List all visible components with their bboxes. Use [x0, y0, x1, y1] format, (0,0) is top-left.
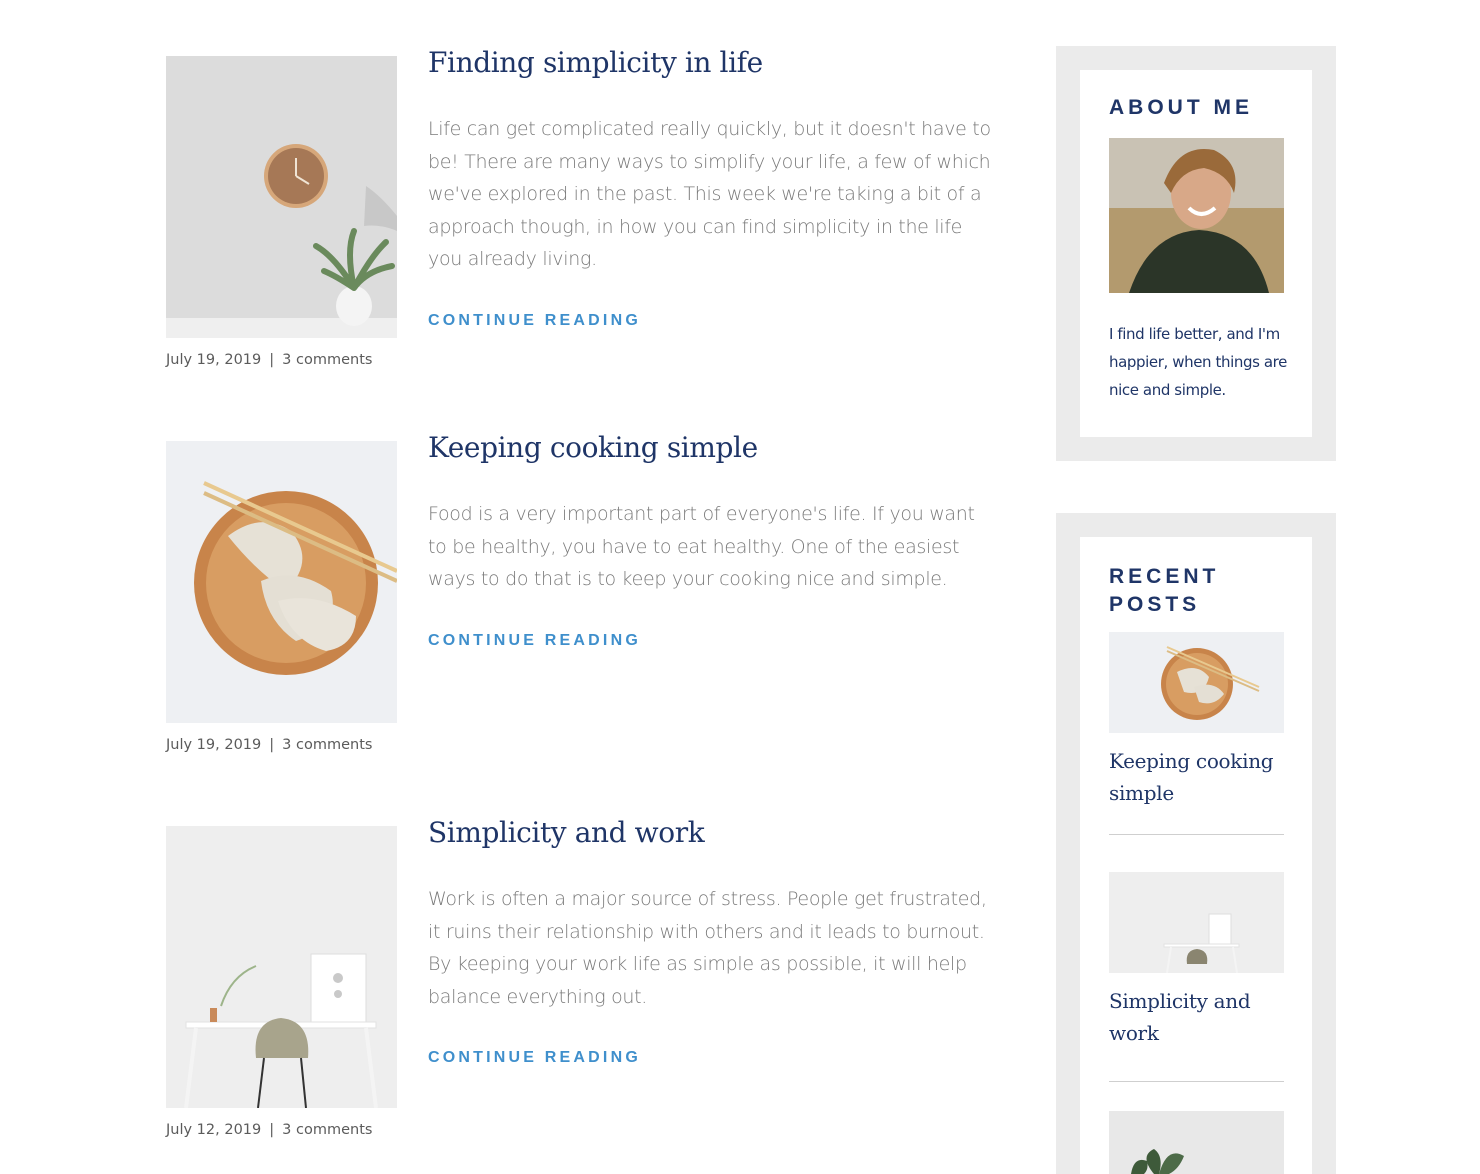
- meta-separator: |: [269, 352, 275, 368]
- post-meta: July 19, 2019 | 3 comments: [166, 352, 372, 368]
- post-meta: July 12, 2019 | 3 comments: [166, 1122, 372, 1138]
- comments-link[interactable]: 3 comments: [282, 1122, 372, 1138]
- post-date: July 19, 2019: [166, 737, 262, 753]
- post-date: July 12, 2019: [166, 1122, 262, 1138]
- post-excerpt: Food is a very important part of everyon…: [428, 503, 975, 591]
- recent-post-item[interactable]: [1109, 1111, 1284, 1174]
- recent-post-image[interactable]: [1109, 632, 1284, 733]
- recent-posts-title-line2: POSTS: [1109, 593, 1201, 616]
- post-image[interactable]: [166, 56, 397, 338]
- recent-post-image[interactable]: [1109, 1111, 1284, 1174]
- continue-reading-link[interactable]: CONTINUE READING: [428, 312, 641, 330]
- recent-posts-widget: RECENT POSTS Keeping cooking simple Simp…: [1056, 513, 1336, 1174]
- recent-post-title[interactable]: Keeping cooking simple: [1109, 745, 1284, 809]
- post-excerpt: Work is often a major source of stress. …: [428, 888, 987, 1008]
- continue-reading-link[interactable]: CONTINUE READING: [428, 1049, 641, 1067]
- recent-post-item[interactable]: Keeping cooking simple: [1109, 632, 1284, 835]
- post-excerpt: Life can get complicated really quickly,…: [428, 118, 991, 271]
- continue-reading-link[interactable]: CONTINUE READING: [428, 632, 641, 650]
- post-title[interactable]: Keeping cooking simple: [428, 431, 758, 464]
- recent-post-title[interactable]: Simplicity and work: [1109, 985, 1284, 1049]
- recent-posts-title: RECENT POSTS: [1109, 563, 1219, 619]
- post-title[interactable]: Finding simplicity in life: [428, 46, 763, 79]
- post-meta: July 19, 2019 | 3 comments: [166, 737, 372, 753]
- meta-separator: |: [269, 1122, 275, 1138]
- comments-link[interactable]: 3 comments: [282, 737, 372, 753]
- about-widget: ABOUT ME I find life better, and I'm hap…: [1056, 46, 1336, 461]
- divider: [1109, 834, 1284, 835]
- about-title: ABOUT ME: [1109, 96, 1253, 119]
- post-image[interactable]: [166, 441, 397, 723]
- about-photo: [1109, 138, 1284, 293]
- comments-link[interactable]: 3 comments: [282, 352, 372, 368]
- recent-posts-title-line1: RECENT: [1109, 565, 1220, 588]
- recent-posts-card: RECENT POSTS Keeping cooking simple Simp…: [1080, 537, 1312, 1174]
- recent-post-image[interactable]: [1109, 872, 1284, 973]
- post-date: July 19, 2019: [166, 352, 262, 368]
- about-widget-card: ABOUT ME I find life better, and I'm hap…: [1080, 70, 1312, 437]
- post-image[interactable]: [166, 826, 397, 1108]
- meta-separator: |: [269, 737, 275, 753]
- about-text: I find life better, and I'm happier, whe…: [1109, 325, 1287, 399]
- divider: [1109, 1081, 1284, 1082]
- recent-post-item[interactable]: Simplicity and work: [1109, 872, 1284, 1082]
- post-title[interactable]: Simplicity and work: [428, 816, 705, 849]
